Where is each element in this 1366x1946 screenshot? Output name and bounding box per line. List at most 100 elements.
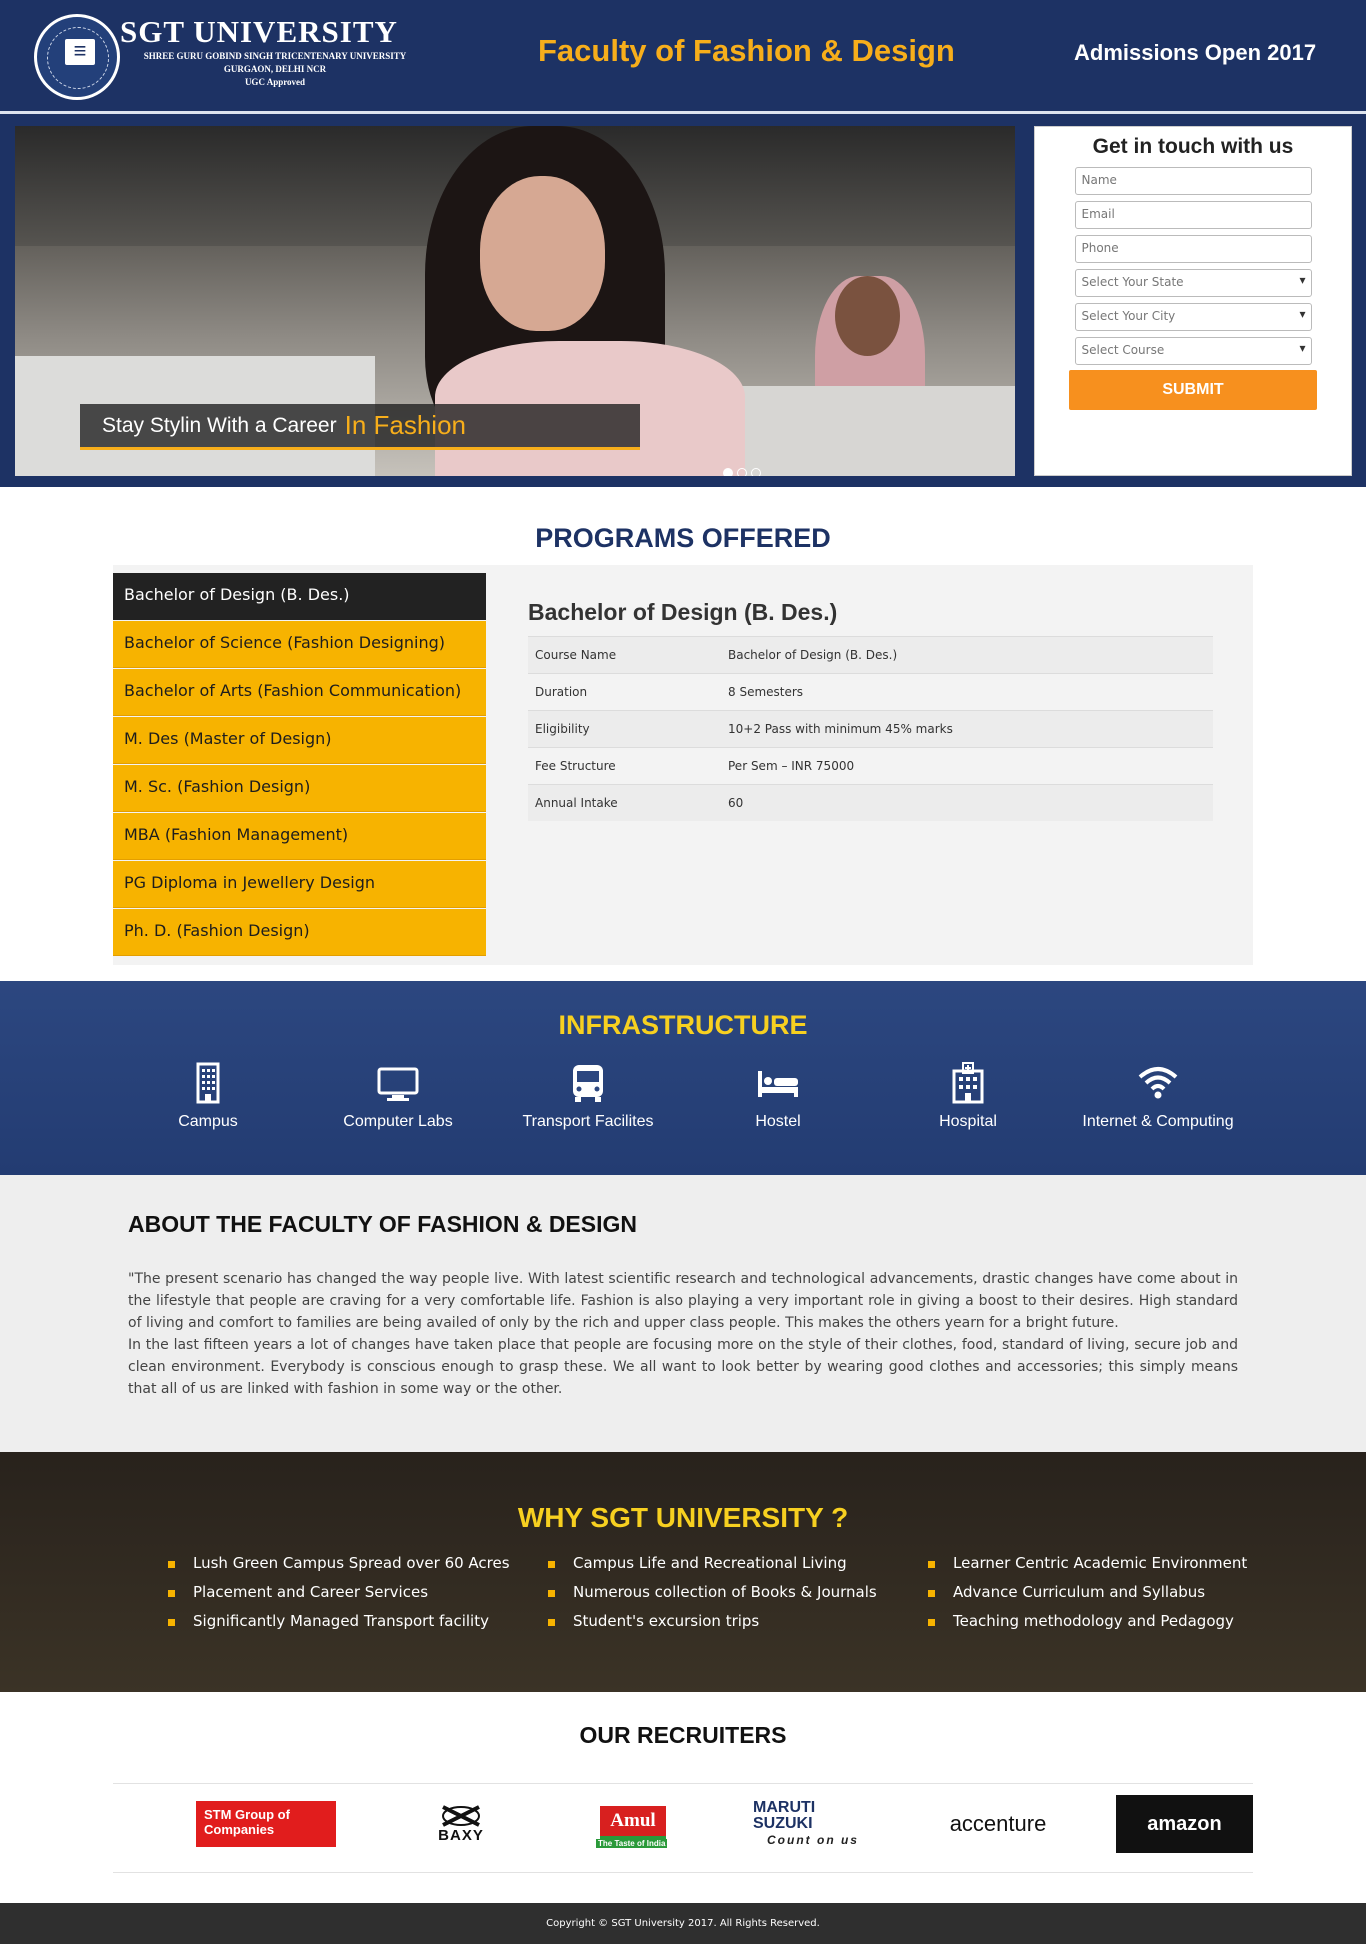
slider-dot[interactable] xyxy=(723,468,733,476)
state-select-value: Select Your State xyxy=(1081,275,1184,289)
slide-model-face xyxy=(480,176,605,331)
infra-item-campus: Campus xyxy=(113,1061,303,1131)
program-tab[interactable]: Bachelor of Design (B. Des.) xyxy=(113,573,486,620)
table-row: Duration 8 Semesters xyxy=(528,673,1213,710)
infrastructure-section: INFRASTRUCTURE Campus Computer Labs Tran… xyxy=(0,981,1366,1175)
table-row: Eligibility 10+2 Pass with minimum 45% m… xyxy=(528,710,1213,747)
baxy-logo-text: BAXY xyxy=(438,1826,484,1844)
slider-dot[interactable] xyxy=(737,468,747,476)
baxy-logo: BAXY xyxy=(416,1795,506,1853)
state-select[interactable]: Select Your State xyxy=(1074,269,1312,297)
stm-logo: STM Group of Companies xyxy=(196,1795,336,1853)
why-column: Lush Green Campus Spread over 60 Acres P… xyxy=(168,1554,548,1641)
city-select[interactable]: Select Your City xyxy=(1074,303,1312,331)
slider-dot[interactable] xyxy=(751,468,761,476)
about-text: "The present scenario has changed the wa… xyxy=(128,1268,1238,1400)
row-label: Annual Intake xyxy=(535,796,618,810)
program-tab[interactable]: Ph. D. (Fashion Design) xyxy=(113,909,486,956)
monitor-icon xyxy=(377,1067,419,1101)
stm-logo-text: STM Group of Companies xyxy=(196,1801,336,1847)
program-list: Bachelor of Design (B. Des.) Bachelor of… xyxy=(113,573,486,957)
city-select-value: Select Your City xyxy=(1081,309,1176,323)
amul-logo: Amul The Taste of India xyxy=(578,1795,688,1853)
name-field[interactable]: Name xyxy=(1074,167,1312,195)
list-item: Student's excursion trips xyxy=(548,1612,928,1641)
caption-highlight: In Fashion xyxy=(344,410,466,440)
maruti-logo-text: MARUTI SUZUKI xyxy=(753,1799,816,1832)
slider-dots xyxy=(723,468,761,476)
list-item: Advance Curriculum and Syllabus xyxy=(928,1583,1308,1612)
infra-item-transport: Transport Facilites xyxy=(493,1061,683,1131)
hero-slider[interactable]: Stay Stylin With a Career In Fashion xyxy=(15,126,1015,476)
infra-label: Hospital xyxy=(939,1113,997,1130)
about-paragraph: In the last fifteen years a lot of chang… xyxy=(128,1337,1238,1397)
why-column: Learner Centric Academic Environment Adv… xyxy=(928,1554,1308,1641)
logo-location: GURGAON, DELHI NCR xyxy=(223,64,327,74)
logo-subtitle: SHREE GURU GOBIND SINGH TRICENTENARY UNI… xyxy=(143,51,407,61)
slide-machine-right xyxy=(705,386,1015,476)
maruti-tagline: Count on us xyxy=(767,1833,859,1847)
program-tab[interactable]: PG Diploma in Jewellery Design xyxy=(113,861,486,908)
recruiters-section: OUR RECRUITERS STM Group of Companies BA… xyxy=(0,1692,1366,1903)
bus-icon xyxy=(573,1065,603,1102)
table-row: Annual Intake 60 xyxy=(528,784,1213,821)
row-value: Per Sem – INR 75000 xyxy=(728,759,855,773)
copyright-text: Copyright © SGT University 2017. All Rig… xyxy=(546,1918,820,1929)
baxy-mark-icon xyxy=(442,1804,480,1827)
infra-item-hospital: Hospital xyxy=(873,1061,1063,1131)
accenture-logo: accenture xyxy=(948,1795,1048,1853)
wifi-icon xyxy=(1138,1067,1178,1099)
row-value: 10+2 Pass with minimum 45% marks xyxy=(728,722,953,736)
form-title: Get in touch with us xyxy=(1092,135,1294,158)
row-value: 8 Semesters xyxy=(728,685,804,699)
course-select-value: Select Course xyxy=(1081,343,1165,357)
recruiters-carousel[interactable]: STM Group of Companies BAXY Amul The Tas… xyxy=(113,1783,1253,1873)
list-item: Placement and Career Services xyxy=(168,1583,548,1612)
site-header: SGT UNIVERSITY SHREE GURU GOBIND SINGH T… xyxy=(0,0,1366,114)
why-columns: Lush Green Campus Spread over 60 Acres P… xyxy=(168,1554,1308,1641)
program-detail-table: Course Name Bachelor of Design (B. Des.)… xyxy=(528,636,1213,821)
infrastructure-title: INFRASTRUCTURE xyxy=(558,1010,808,1040)
about-title: ABOUT THE FACULTY OF FASHION & DESIGN xyxy=(128,1211,637,1237)
program-tab[interactable]: MBA (Fashion Management) xyxy=(113,813,486,860)
programs-panel: Bachelor of Design (B. Des.) Bachelor of… xyxy=(113,565,1253,965)
slide-student-head xyxy=(835,276,900,356)
row-value: 60 xyxy=(728,796,744,810)
enquiry-form: Get in touch with us Name Email Phone Se… xyxy=(1034,126,1352,476)
why-title: WHY SGT UNIVERSITY ? xyxy=(517,1502,849,1533)
email-field[interactable]: Email xyxy=(1074,201,1312,229)
list-item: Numerous collection of Books & Journals xyxy=(548,1583,928,1612)
accenture-logo-text: accenture xyxy=(949,1811,1047,1836)
amazon-logo: amazon xyxy=(1116,1795,1253,1853)
list-item: Campus Life and Recreational Living xyxy=(548,1554,928,1583)
recruiters-title: OUR RECRUITERS xyxy=(579,1722,787,1748)
infrastructure-list: Campus Computer Labs Transport Facilites… xyxy=(113,1061,1253,1131)
logo-approval: UGC Approved xyxy=(244,77,306,87)
infra-label: Campus xyxy=(178,1113,238,1130)
course-select[interactable]: Select Course xyxy=(1074,337,1312,365)
caption-text: Stay Stylin With a Career xyxy=(102,413,337,437)
hospital-icon xyxy=(952,1062,984,1104)
maruti-suzuki-logo: MARUTI SUZUKI Count on us xyxy=(753,1795,873,1853)
infra-item-hostel: Hostel xyxy=(683,1061,873,1131)
program-tab[interactable]: Bachelor of Science (Fashion Designing) xyxy=(113,621,486,668)
submit-button[interactable]: SUBMIT xyxy=(1069,370,1317,410)
logo[interactable]: SGT UNIVERSITY SHREE GURU GOBIND SINGH T… xyxy=(120,14,430,89)
program-tab[interactable]: M. Sc. (Fashion Design) xyxy=(113,765,486,812)
admissions-banner: Admissions Open 2017 xyxy=(1074,40,1317,65)
programs-section: PROGRAMS OFFERED Bachelor of Design (B. … xyxy=(0,487,1366,981)
row-label: Eligibility xyxy=(535,722,590,736)
table-row: Course Name Bachelor of Design (B. Des.) xyxy=(528,636,1213,673)
about-paragraph: "The present scenario has changed the wa… xyxy=(128,1271,1238,1331)
infra-label: Computer Labs xyxy=(343,1113,453,1130)
table-row: Fee Structure Per Sem – INR 75000 xyxy=(528,747,1213,784)
hero-caption: Stay Stylin With a Career In Fashion xyxy=(80,404,640,450)
row-value: Bachelor of Design (B. Des.) xyxy=(728,648,898,662)
program-tab[interactable]: M. Des (Master of Design) xyxy=(113,717,486,764)
why-column: Campus Life and Recreational Living Nume… xyxy=(548,1554,928,1641)
row-label: Duration xyxy=(535,685,588,699)
list-item: Teaching methodology and Pedagogy xyxy=(928,1612,1308,1641)
phone-field[interactable]: Phone xyxy=(1074,235,1312,263)
program-tab[interactable]: Bachelor of Arts (Fashion Communication) xyxy=(113,669,486,716)
university-seal-icon[interactable] xyxy=(34,14,120,100)
